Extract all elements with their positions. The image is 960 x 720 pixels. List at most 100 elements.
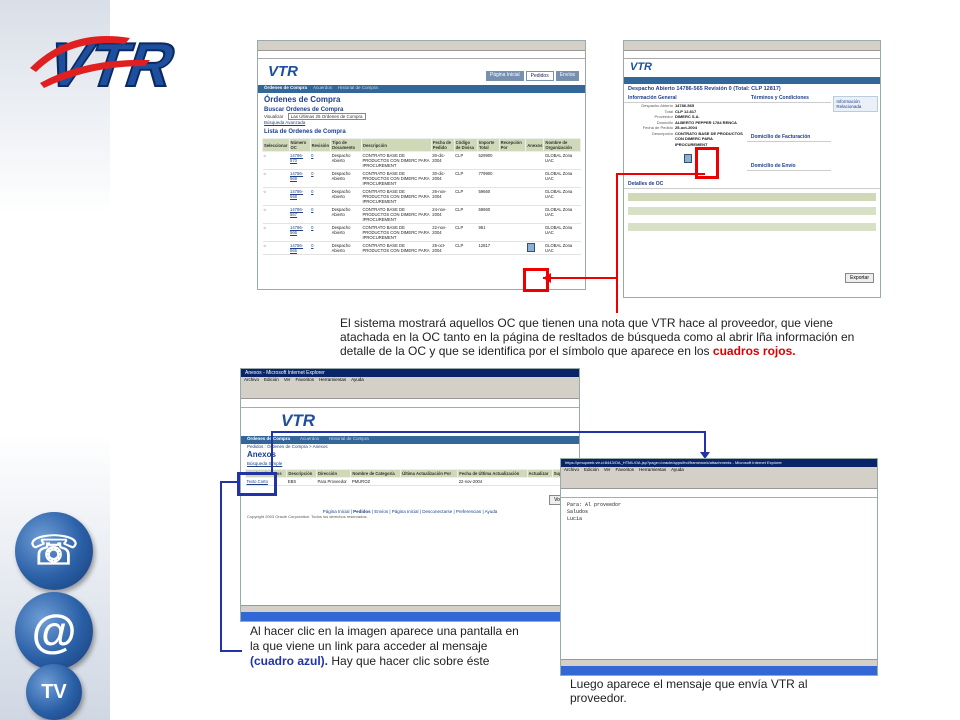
cell-tipo: Despacho Abierto [330, 151, 362, 170]
header-logo-2: VTR [630, 61, 652, 73]
cell-fecha: 26-nov-2004 [431, 187, 455, 206]
anexos-table: Nombre de Datos Descripción Dirección No… [244, 469, 576, 486]
order-number-link[interactable]: 14786-568 [289, 187, 311, 206]
footer-link-envios[interactable]: Envíos [374, 509, 388, 514]
revision-link[interactable]: 0 [310, 241, 331, 255]
blue-connector-up [271, 431, 273, 473]
select-radio[interactable]: ○ [262, 151, 290, 170]
cell-actualizar[interactable] [527, 477, 553, 486]
subtab3-historial[interactable]: Historial de Compra [329, 436, 369, 444]
ie-title-bar: Anexos - Microsoft Internet Explorer [241, 369, 579, 377]
related-info-box[interactable]: Información Relacionada [833, 96, 878, 112]
table-row: ○ 14786-566 0 Despacho Abierto CONTRATO BASE… [262, 223, 581, 242]
blue-connector-across [271, 431, 705, 433]
top-tabs: Página Inicial Pedidos Envíos [485, 71, 579, 81]
revision-link[interactable]: 0 [310, 223, 331, 242]
anexos-title: Anexos [247, 450, 276, 459]
cell-total: 779900 [477, 169, 500, 188]
detail-field-value: CONTRATO BASE DE PRODUCTOS CON DIMERC PA… [674, 130, 743, 147]
section-terminos: Términos y Condiciones [746, 94, 832, 103]
revision-link[interactable]: 0 [310, 205, 331, 224]
cell-organizacion: GLOBAL Zona UAC [543, 151, 581, 170]
select-radio[interactable]: ○ [262, 169, 290, 188]
menu4-favoritos[interactable]: Favoritos [616, 467, 635, 474]
subtab3-acuerdos[interactable]: Acuerdos [300, 436, 319, 444]
simple-search-link[interactable]: Búsqueda Simple [241, 461, 579, 467]
browser-toolbar [258, 41, 585, 51]
header-logo: VTR [268, 63, 298, 80]
menu4-herramientas[interactable]: Herramientas [639, 467, 666, 474]
select-radio[interactable]: ○ [262, 241, 290, 255]
table-row: ○ 14786-569 0 Despacho Abierto CONTRATO BASE… [262, 169, 581, 188]
cell-organizacion: GLOBAL Zona UAC [543, 187, 581, 206]
ie-title-bar-4: https://pmupweb.vtr.cl:8443/OA_HTML/OA.j… [561, 459, 877, 467]
menu-favoritos[interactable]: Favoritos [296, 377, 315, 384]
menu-ver[interactable]: Ver [284, 377, 291, 384]
advanced-search-link[interactable]: Búsqueda Avanzada [258, 120, 585, 126]
revision-link[interactable]: 0 [310, 169, 331, 188]
tab-envios[interactable]: Envíos [555, 71, 579, 81]
orders-header-row: Seleccionar Número OC Revisión Tipo de D… [262, 138, 581, 152]
order-number-link[interactable]: 14786-570 [289, 151, 311, 170]
col-actualizacion-por: Última Actualización Por [400, 469, 459, 478]
subtab-historial[interactable]: Historial de Compra [338, 85, 378, 93]
col-revision: Revisión [309, 138, 332, 152]
phone-icon: ☏ [15, 512, 93, 590]
cell-tipo: Despacho Abierto [330, 187, 362, 206]
ie-address-4 [561, 489, 877, 498]
order-number-link[interactable]: 14786-565 [289, 241, 311, 255]
detail-lines-table [628, 193, 876, 243]
subtab-ordenes[interactable]: Órdenes de Compra [264, 85, 307, 93]
ie-menu-bar-4: Archivo Edición Ver Favoritos Herramient… [561, 467, 877, 474]
footer-link-desconectarse[interactable]: Desconectarse [422, 509, 452, 514]
blue-connector-to-box [220, 481, 238, 483]
col-organizacion: Nombre de Organización [543, 138, 581, 152]
tab-pedidos[interactable]: Pedidos [525, 71, 554, 81]
menu-archivo[interactable]: Archivo [244, 377, 259, 384]
export-button[interactable]: Exportar [845, 273, 874, 283]
col-direccion: Dirección [315, 469, 352, 478]
cell-fecha: 25-oct-2004 [431, 241, 455, 255]
cell-total: 961 [477, 223, 500, 242]
order-number-link[interactable]: 14786-566 [289, 223, 311, 242]
tab-pagina-inicial[interactable]: Página Inicial [485, 71, 524, 81]
select-radio[interactable]: ○ [262, 187, 290, 206]
section-info-general: Información General [624, 94, 747, 103]
menu-ayuda[interactable]: Ayuda [351, 377, 364, 384]
subtab-acuerdos[interactable]: Acuerdos [313, 85, 332, 93]
select-radio[interactable]: ○ [262, 205, 290, 224]
ie-toolbar [241, 384, 579, 399]
blue-connector-to-caption [220, 650, 242, 652]
footer-link-preferencias[interactable]: Preferencias [456, 509, 481, 514]
table-row: ○ 14786-565 0 Despacho Abierto CONTRATO BASE… [262, 241, 581, 255]
cell-descripcion: CONTRATO BASE DE PRODUCTOS CON DIMERC PA… [361, 187, 432, 206]
menu4-edicion[interactable]: Edición [584, 467, 599, 474]
menu4-ver[interactable]: Ver [604, 467, 611, 474]
subtab3-ordenes[interactable]: Órdenes de Compra [247, 436, 290, 444]
cell-total: 529900 [477, 151, 500, 170]
footer-link-ayuda[interactable]: Ayuda [485, 509, 498, 514]
cell-divisa: CLP [454, 223, 478, 242]
footer-link-pagina[interactable]: Página Inicial [392, 509, 419, 514]
caption-1-highlight: cuadros rojos. [712, 344, 796, 358]
cell-categoria: PMUROZ [350, 477, 401, 486]
menu4-ayuda[interactable]: Ayuda [671, 467, 684, 474]
attachment-note-icon[interactable] [526, 243, 535, 252]
col-categoria: Nombre de Categoría [350, 469, 402, 478]
menu-herramientas[interactable]: Herramientas [319, 377, 346, 384]
detail-middle: Términos y Condiciones Domicilio de Fact… [746, 94, 832, 171]
order-number-link[interactable]: 14786-569 [289, 169, 311, 188]
back-row: Volver [241, 488, 579, 506]
menu-edicion[interactable]: Edición [264, 377, 279, 384]
menu4-archivo[interactable]: Archivo [564, 467, 579, 474]
revision-link[interactable]: 0 [310, 151, 331, 170]
view-select[interactable]: Las Últimas 25 Ordenes de Compra [287, 113, 366, 120]
message-line-3: Lucía [567, 516, 583, 522]
screenshot-order-list: VTR Página Inicial Pedidos Envíos Órdene… [257, 40, 586, 290]
cell-total: 59660 [477, 187, 500, 206]
red-connector-top [616, 173, 704, 175]
order-number-link[interactable]: 14786-567 [289, 205, 311, 224]
revision-link[interactable]: 0 [310, 187, 331, 206]
attachment-note-icon[interactable] [684, 154, 692, 163]
select-radio[interactable]: ○ [262, 223, 290, 242]
